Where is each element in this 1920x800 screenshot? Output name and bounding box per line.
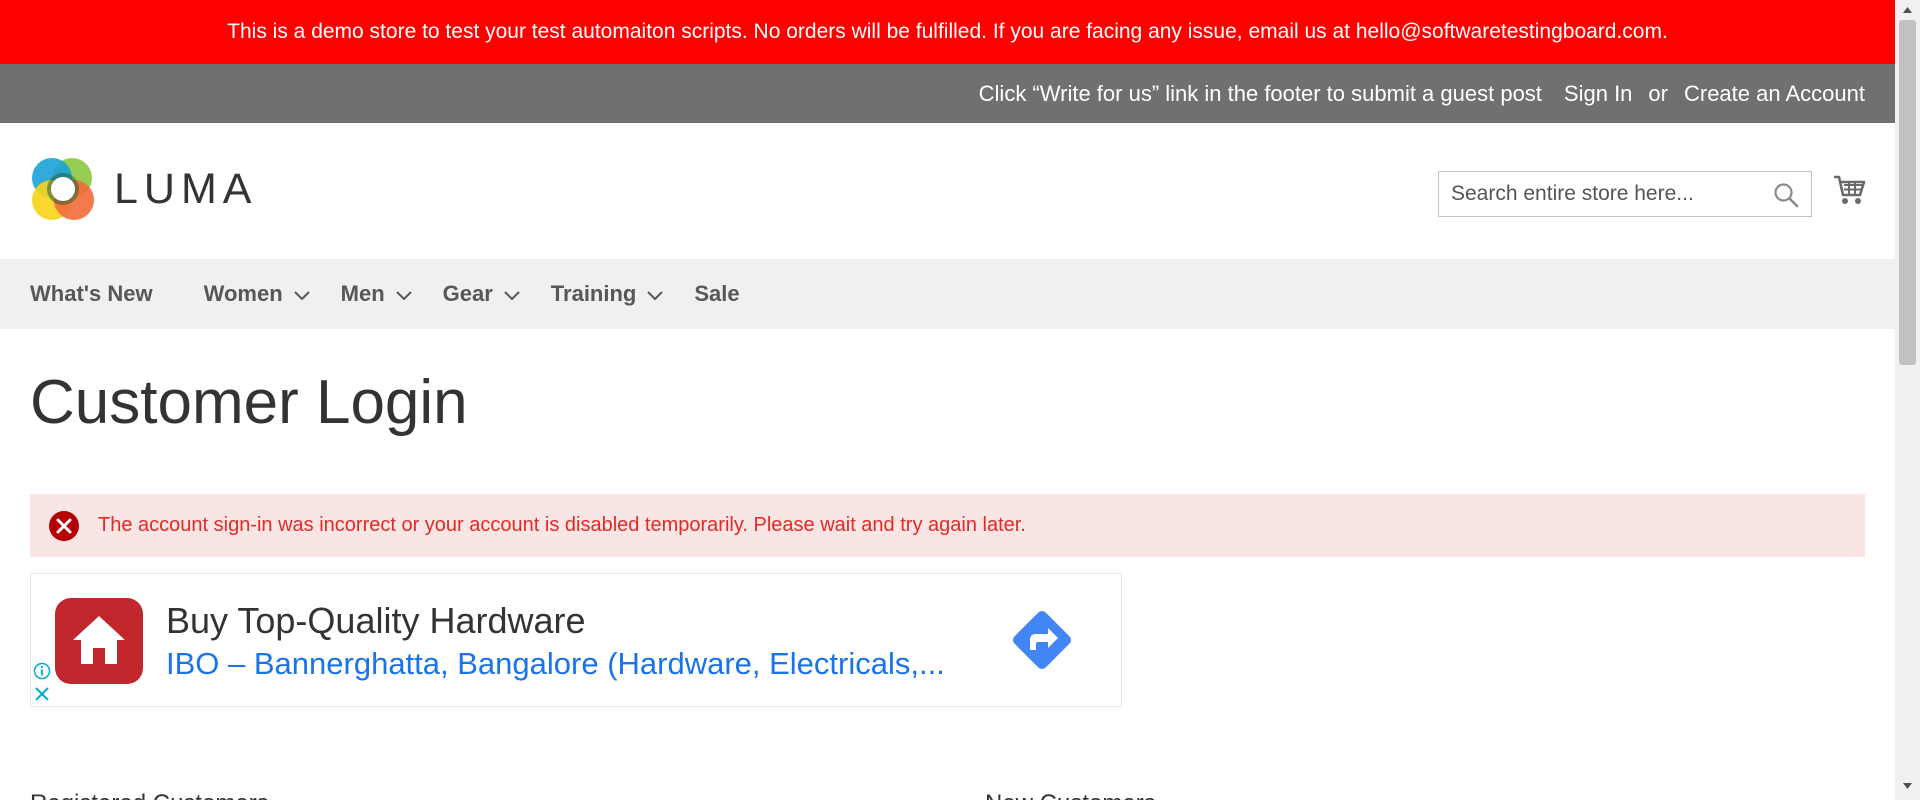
scrollbar-thumb[interactable] xyxy=(1899,20,1916,365)
nav-item-sale[interactable]: Sale xyxy=(694,281,739,307)
nav-item-label: Sale xyxy=(694,281,740,306)
error-x-icon xyxy=(49,510,79,541)
demo-notice-text: This is a demo store to test your test a… xyxy=(227,20,1668,43)
nav-item-whats-new[interactable]: What's New xyxy=(30,281,153,307)
store-logo[interactable]: LUMA xyxy=(30,156,257,222)
scroll-up-arrow-icon[interactable] xyxy=(1902,6,1913,14)
registered-customers-heading: Registered Customers xyxy=(30,790,269,800)
page-title: Customer Login xyxy=(30,368,468,437)
ad-info-icon[interactable] xyxy=(33,662,51,680)
search-icon[interactable] xyxy=(1773,182,1799,208)
error-message-text: The account sign-in was incorrect or you… xyxy=(98,514,1026,536)
nav-item-label: Men xyxy=(340,281,385,306)
cart-icon[interactable] xyxy=(1832,173,1866,207)
create-account-link[interactable]: Create an Account xyxy=(1684,81,1865,107)
page: This is a demo store to test your test a… xyxy=(0,0,1895,800)
chevron-down-icon xyxy=(647,291,664,301)
ad-subtitle[interactable]: IBO – Bannerghatta, Bangalore (Hardware,… xyxy=(166,646,945,682)
guest-post-promo: Click “Write for us” link in the footer … xyxy=(978,80,1542,106)
nav-item-women[interactable]: Women xyxy=(204,281,311,307)
new-customers-heading: New Customers xyxy=(985,790,1156,800)
ad-title[interactable]: Buy Top-Quality Hardware xyxy=(166,600,586,642)
header-links-bar: Click “Write for us” link in the footer … xyxy=(0,64,1895,123)
error-message: The account sign-in was incorrect or you… xyxy=(30,494,1865,557)
house-icon xyxy=(55,598,143,684)
chevron-down-icon xyxy=(395,291,412,301)
ad-close-icon[interactable] xyxy=(34,686,50,702)
nav-item-label: Gear xyxy=(442,281,493,306)
demo-notice-bar: This is a demo store to test your test a… xyxy=(0,0,1895,64)
luma-logo-icon xyxy=(32,158,94,220)
or-separator: or xyxy=(1648,80,1668,106)
chevron-down-icon xyxy=(504,291,520,301)
logo-text: LUMA xyxy=(114,164,258,213)
scroll-down-arrow-icon[interactable] xyxy=(1902,782,1913,790)
nav-item-label: What's New xyxy=(30,281,153,306)
chevron-down-icon xyxy=(293,291,310,301)
main-nav: What's New Women Men Gear Training Sale xyxy=(0,259,1895,329)
ad-banner[interactable]: Buy Top-Quality Hardware IBO – Bannergha… xyxy=(30,573,1122,707)
nav-item-label: Women xyxy=(203,281,283,306)
page-scrollbar[interactable] xyxy=(1895,0,1920,800)
search-box xyxy=(1438,171,1812,217)
directions-arrow-icon[interactable] xyxy=(1006,604,1078,676)
nav-item-training[interactable]: Training xyxy=(551,281,665,307)
nav-item-men[interactable]: Men xyxy=(341,281,413,307)
search-input[interactable] xyxy=(1439,172,1783,216)
header-main: LUMA xyxy=(0,123,1895,259)
sign-in-link[interactable]: Sign In xyxy=(1564,81,1633,107)
nav-item-label: Training xyxy=(550,281,637,306)
nav-item-gear[interactable]: Gear xyxy=(443,281,521,307)
